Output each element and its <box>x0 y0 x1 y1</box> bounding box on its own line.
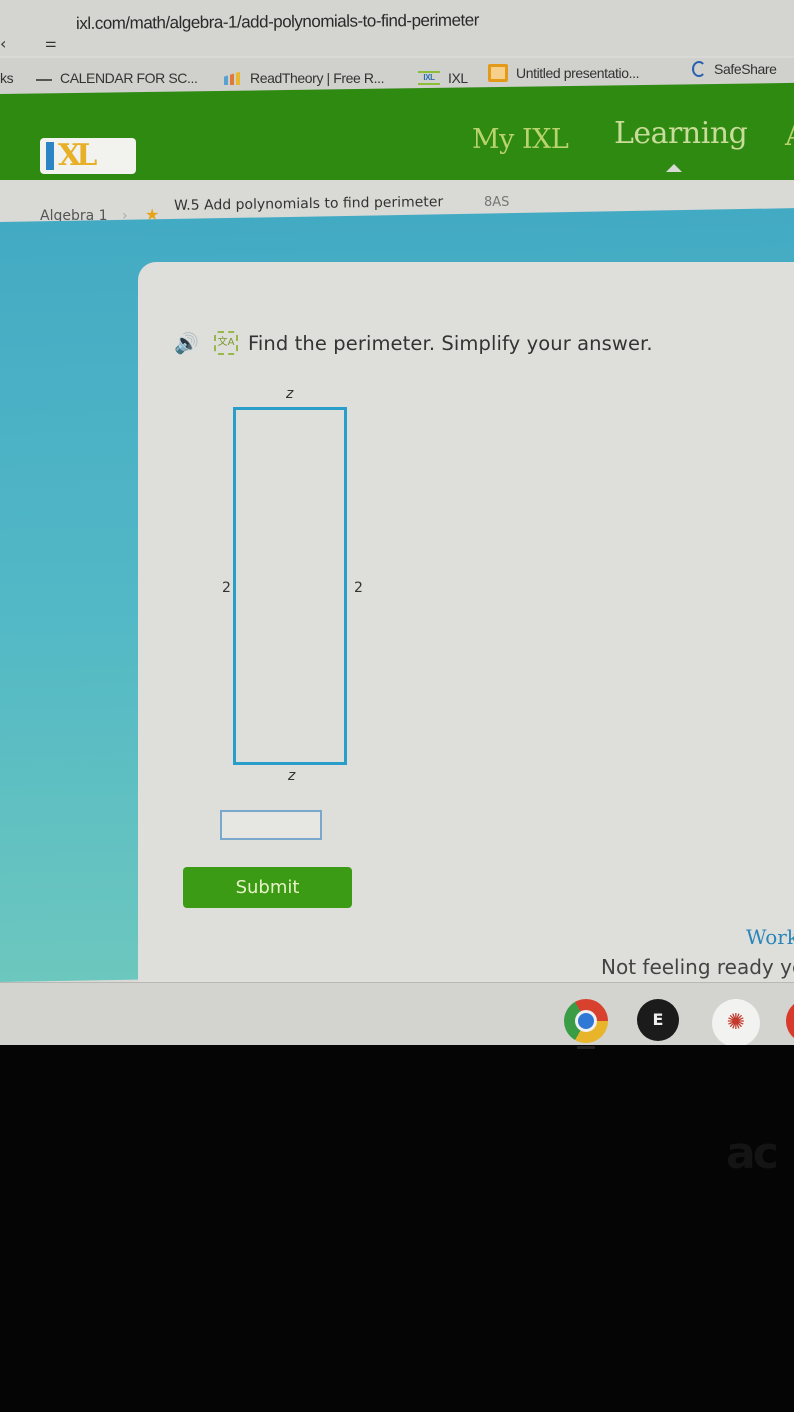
bookmark-safeshare[interactable]: SafeShare <box>692 61 777 77</box>
logo-xl-text: XL <box>58 138 97 173</box>
chrome-active-indicator <box>577 1046 595 1049</box>
bookmark-label: ReadTheory | Free R... <box>250 70 385 86</box>
os-shelf: E ✺ <box>0 982 794 1045</box>
not-feeling-ready-text[interactable]: Not feeling ready yet? <box>601 955 794 979</box>
ixl-logo[interactable]: XL <box>40 138 136 174</box>
ixl-icon: IXL <box>418 71 440 85</box>
question-prompt: Find the perimeter. Simplify your answer… <box>248 331 653 355</box>
bookmark-label: Untitled presentatio... <box>516 65 640 81</box>
bookmark-label: ks <box>0 70 14 86</box>
nav-learning[interactable]: Learning <box>614 116 748 151</box>
work-it-out-link[interactable]: Work it out <box>746 925 794 949</box>
canvas-icon[interactable]: ✺ <box>712 999 760 1045</box>
top-side-label: z <box>286 386 294 402</box>
url-text[interactable]: ixl.com/math/algebra-1/add-polynomials-t… <box>76 10 479 34</box>
nav-assessment-partial[interactable]: A <box>785 118 794 153</box>
bottom-side-label: z <box>288 768 296 784</box>
browser-address-bar: ‹ ⚌ ixl.com/math/algebra-1/add-polynomia… <box>0 0 794 56</box>
partial-app-icon[interactable] <box>786 999 794 1043</box>
answer-input[interactable] <box>220 810 322 840</box>
logo-i-bar <box>46 142 54 170</box>
speaker-icon[interactable]: 🔊 <box>174 330 204 356</box>
bookmark-readtheory[interactable]: ReadTheory | Free R... <box>224 70 385 86</box>
question-prompt-row: 🔊 文A Find the perimeter. Simplify your a… <box>174 330 653 356</box>
back-arrow-icon[interactable]: ‹ <box>0 34 14 54</box>
bookmark-label: CALENDAR FOR SC... <box>60 70 198 86</box>
bezel-brand-logo: ac <box>726 1128 779 1179</box>
rectangle-shape <box>233 407 347 765</box>
translate-icon[interactable]: 文A <box>214 331 238 355</box>
bookmark-partial[interactable]: ks <box>0 70 14 86</box>
breadcrumb-skill: W.5 Add polynomials to find perimeter <box>173 194 444 214</box>
right-side-label: 2 <box>354 580 363 596</box>
submit-button[interactable]: Submit <box>183 867 352 908</box>
google-slides-icon <box>488 64 508 82</box>
rectangle-diagram: z 2 2 z <box>220 384 380 794</box>
bookmark-ixl[interactable]: IXL IXL <box>418 70 468 86</box>
bookmark-label: SafeShare <box>714 61 777 77</box>
site-info-tune-icon[interactable]: ⚌ <box>45 36 63 52</box>
calendar-line-icon <box>36 79 52 81</box>
bookmark-calendar[interactable]: CALENDAR FOR SC... <box>36 70 198 86</box>
nav-my-ixl[interactable]: My IXL <box>472 124 569 155</box>
left-side-label: 2 <box>222 580 231 596</box>
readtheory-bars-icon <box>224 71 242 85</box>
nav-active-caret <box>666 164 682 172</box>
e-app-icon[interactable]: E <box>637 999 679 1041</box>
bookmark-label: IXL <box>448 70 468 86</box>
chrome-icon[interactable] <box>564 999 608 1043</box>
bookmark-untitled-presentation[interactable]: Untitled presentatio... <box>488 64 640 82</box>
skill-code: 8AS <box>484 195 510 210</box>
laptop-screen: ‹ ⚌ ixl.com/math/algebra-1/add-polynomia… <box>0 0 794 1045</box>
safeshare-icon <box>692 61 706 77</box>
